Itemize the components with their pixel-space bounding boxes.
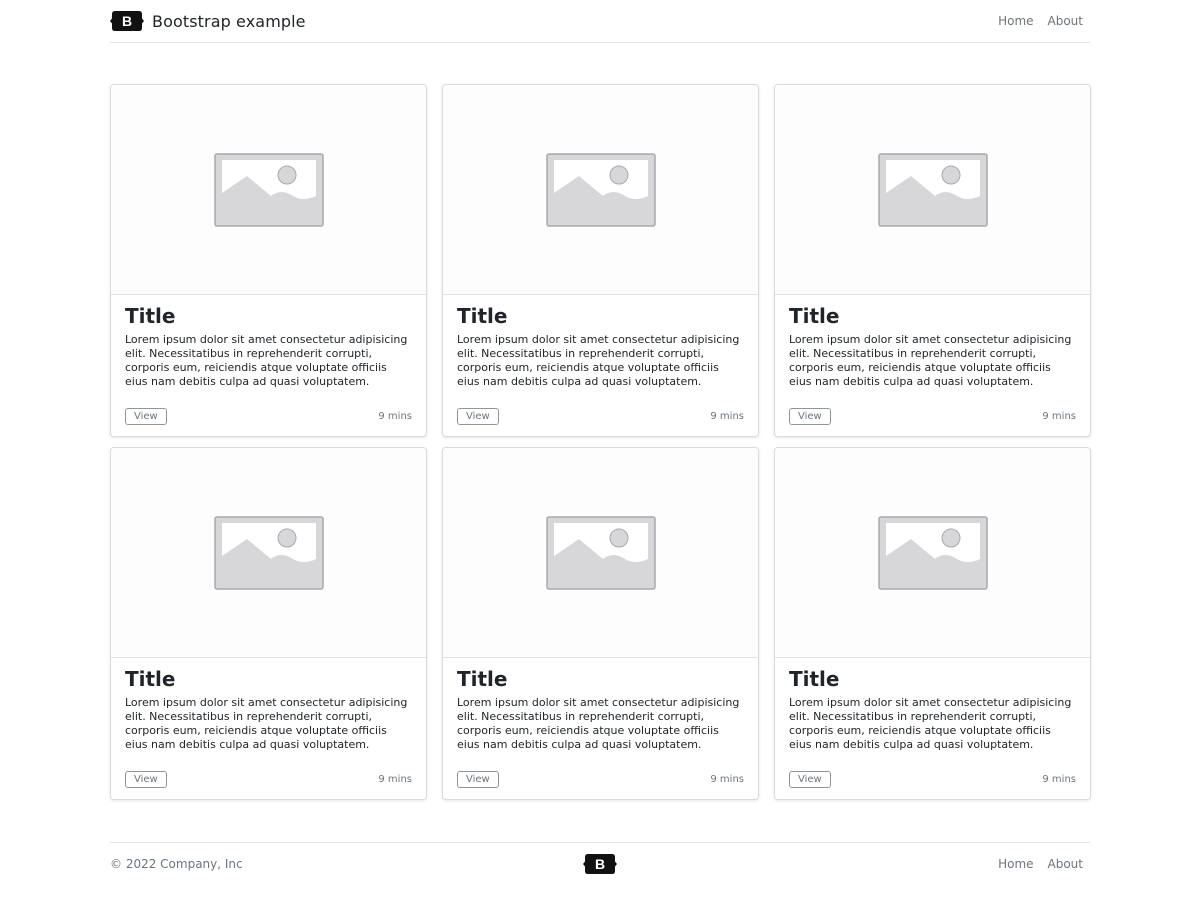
footer-nav: Home About [790, 857, 1090, 871]
image-placeholder-icon [877, 515, 988, 590]
card-body: Title Lorem ipsum dolor sit amet consect… [443, 295, 758, 425]
card-title: Title [457, 304, 508, 328]
logo-letter: B [595, 856, 605, 872]
view-button[interactable]: View [125, 408, 167, 425]
card-footer: View 9 mins [789, 771, 1076, 788]
card-time: 9 mins [1042, 774, 1076, 785]
footer-nav-home[interactable]: Home [991, 857, 1040, 871]
card-title: Title [789, 667, 840, 691]
card-footer: View 9 mins [125, 771, 412, 788]
image-placeholder-icon [877, 152, 988, 227]
brand-link[interactable]: B Bootstrap example [110, 10, 306, 32]
nav-about[interactable]: About [1041, 14, 1090, 28]
card-time: 9 mins [1042, 411, 1076, 422]
bootstrap-logo-icon: B [110, 11, 144, 31]
card-body: Title Lorem ipsum dolor sit amet consect… [111, 295, 426, 425]
image-placeholder-icon [213, 515, 324, 590]
card-body: Title Lorem ipsum dolor sit amet consect… [443, 658, 758, 788]
card-title: Title [125, 304, 176, 328]
card-text: Lorem ipsum dolor sit amet consectetur a… [457, 333, 740, 388]
card-image [775, 448, 1090, 658]
nav-home[interactable]: Home [991, 14, 1040, 28]
card: Title Lorem ipsum dolor sit amet consect… [442, 84, 759, 437]
card: Title Lorem ipsum dolor sit amet consect… [110, 84, 427, 437]
card-footer: View 9 mins [457, 771, 744, 788]
bootstrap-logo-icon[interactable]: B [583, 853, 617, 875]
card-footer: View 9 mins [457, 408, 744, 425]
card-body: Title Lorem ipsum dolor sit amet consect… [775, 658, 1090, 788]
brand-title: Bootstrap example [152, 11, 306, 31]
card-image [443, 85, 758, 295]
card: Title Lorem ipsum dolor sit amet consect… [774, 447, 1091, 800]
card-text: Lorem ipsum dolor sit amet consectetur a… [125, 333, 408, 388]
card-image [111, 85, 426, 295]
image-placeholder-icon [545, 152, 656, 227]
card-grid: Title Lorem ipsum dolor sit amet consect… [110, 84, 1091, 800]
site-footer: © 2022 Company, Inc B Home About [110, 842, 1090, 885]
card-time: 9 mins [378, 774, 412, 785]
image-placeholder-icon [213, 152, 324, 227]
header-nav: Home About [991, 14, 1090, 28]
card-time: 9 mins [378, 411, 412, 422]
view-button[interactable]: View [457, 771, 499, 788]
card-title: Title [125, 667, 176, 691]
footer-nav-about[interactable]: About [1041, 857, 1090, 871]
card-footer: View 9 mins [125, 408, 412, 425]
card: Title Lorem ipsum dolor sit amet consect… [774, 84, 1091, 437]
logo-letter: B [122, 13, 132, 29]
card: Title Lorem ipsum dolor sit amet consect… [442, 447, 759, 800]
card-body: Title Lorem ipsum dolor sit amet consect… [111, 658, 426, 788]
card-image [443, 448, 758, 658]
view-button[interactable]: View [789, 771, 831, 788]
card-time: 9 mins [710, 774, 744, 785]
card-body: Title Lorem ipsum dolor sit amet consect… [775, 295, 1090, 425]
card-image [111, 448, 426, 658]
card-title: Title [789, 304, 840, 328]
site-header: B Bootstrap example Home About [110, 0, 1090, 43]
card-text: Lorem ipsum dolor sit amet consectetur a… [457, 696, 740, 751]
card: Title Lorem ipsum dolor sit amet consect… [110, 447, 427, 800]
copyright-text: © 2022 Company, Inc [110, 857, 243, 871]
card-footer: View 9 mins [789, 408, 1076, 425]
card-text: Lorem ipsum dolor sit amet consectetur a… [789, 696, 1072, 751]
card-text: Lorem ipsum dolor sit amet consectetur a… [125, 696, 408, 751]
card-title: Title [457, 667, 508, 691]
card-text: Lorem ipsum dolor sit amet consectetur a… [789, 333, 1072, 388]
view-button[interactable]: View [125, 771, 167, 788]
image-placeholder-icon [545, 515, 656, 590]
view-button[interactable]: View [789, 408, 831, 425]
card-time: 9 mins [710, 411, 744, 422]
card-image [775, 85, 1090, 295]
view-button[interactable]: View [457, 408, 499, 425]
